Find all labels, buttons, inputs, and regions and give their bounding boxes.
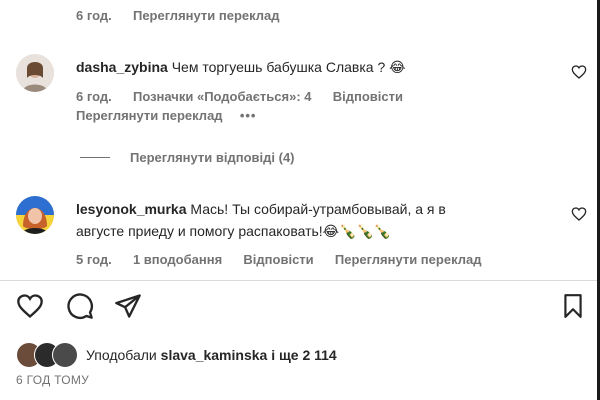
avatar-image	[16, 196, 54, 234]
heart-icon	[17, 294, 43, 319]
comment-meta-row2: Переглянути переклад •••	[76, 108, 256, 123]
see-translation-link[interactable]: Переглянути переклад	[133, 8, 280, 23]
comment-meta: 5 год. 1 вподобання Відповісти Перегляну…	[76, 252, 481, 267]
likes-count-link[interactable]: 1 вподобання	[133, 252, 222, 267]
section-divider	[0, 280, 600, 281]
comment-meta-top: 6 год. Переглянути переклад	[76, 8, 280, 23]
heart-icon	[571, 65, 587, 79]
comment-time: 6 год.	[76, 8, 112, 23]
heart-icon	[571, 207, 587, 221]
avatar[interactable]	[16, 196, 54, 234]
likes-count-link[interactable]: Позначки «Подобається»: 4	[133, 89, 312, 104]
comment-body: lesyonok_murka Мась! Ты собирай-утрамбов…	[76, 198, 546, 242]
bookmark-icon	[564, 294, 582, 318]
share-icon	[115, 294, 141, 318]
see-translation-link[interactable]: Переглянути переклад	[335, 252, 482, 267]
reply-link[interactable]: Відповісти	[333, 89, 403, 104]
comment-text-line2: августе приеду и помогу распаковать!😂🍾🍾🍾	[76, 223, 392, 239]
view-replies-link[interactable]: Переглянути відповіді (4)	[130, 150, 295, 165]
comment-text: Чем торгуешь бабушка Славка ? 😂	[171, 59, 406, 75]
avatar	[52, 342, 78, 368]
comment-icon	[67, 293, 93, 319]
more-options-icon[interactable]: •••	[240, 108, 257, 123]
comment-body: dasha_zybina Чем торгуешь бабушка Славка…	[76, 56, 406, 78]
liker-avatars[interactable]	[16, 342, 80, 368]
likes-count[interactable]: і ще 2 114	[271, 347, 337, 363]
replies-divider-line	[80, 157, 110, 158]
likes-summary: Уподобали slava_kaminska і ще 2 114	[86, 344, 337, 366]
comment-text-line1: Мась! Ты собирай-утрамбовывай, а я в	[190, 201, 446, 217]
comment-username[interactable]: lesyonok_murka	[76, 201, 187, 217]
like-comment-button[interactable]	[571, 206, 587, 227]
avatar[interactable]	[16, 54, 54, 92]
liker-username[interactable]: slava_kaminska	[161, 347, 268, 363]
reply-link[interactable]: Відповісти	[243, 252, 313, 267]
like-post-button[interactable]	[16, 292, 44, 325]
comment-meta: 6 год. Позначки «Подобається»: 4 Відпові…	[76, 89, 403, 104]
likes-prefix: Уподобали	[86, 347, 157, 363]
comment-time: 6 год.	[76, 89, 112, 104]
save-button[interactable]	[560, 292, 586, 325]
see-translation-link[interactable]: Переглянути переклад	[76, 108, 223, 123]
avatar-image	[16, 54, 54, 92]
comment-username[interactable]: dasha_zybina	[76, 59, 168, 75]
like-comment-button[interactable]	[571, 64, 587, 85]
comment-time: 5 год.	[76, 252, 112, 267]
comment-button[interactable]	[66, 292, 94, 325]
post-timestamp: 6 ГОД ТОМУ	[16, 373, 90, 387]
share-button[interactable]	[114, 292, 142, 325]
